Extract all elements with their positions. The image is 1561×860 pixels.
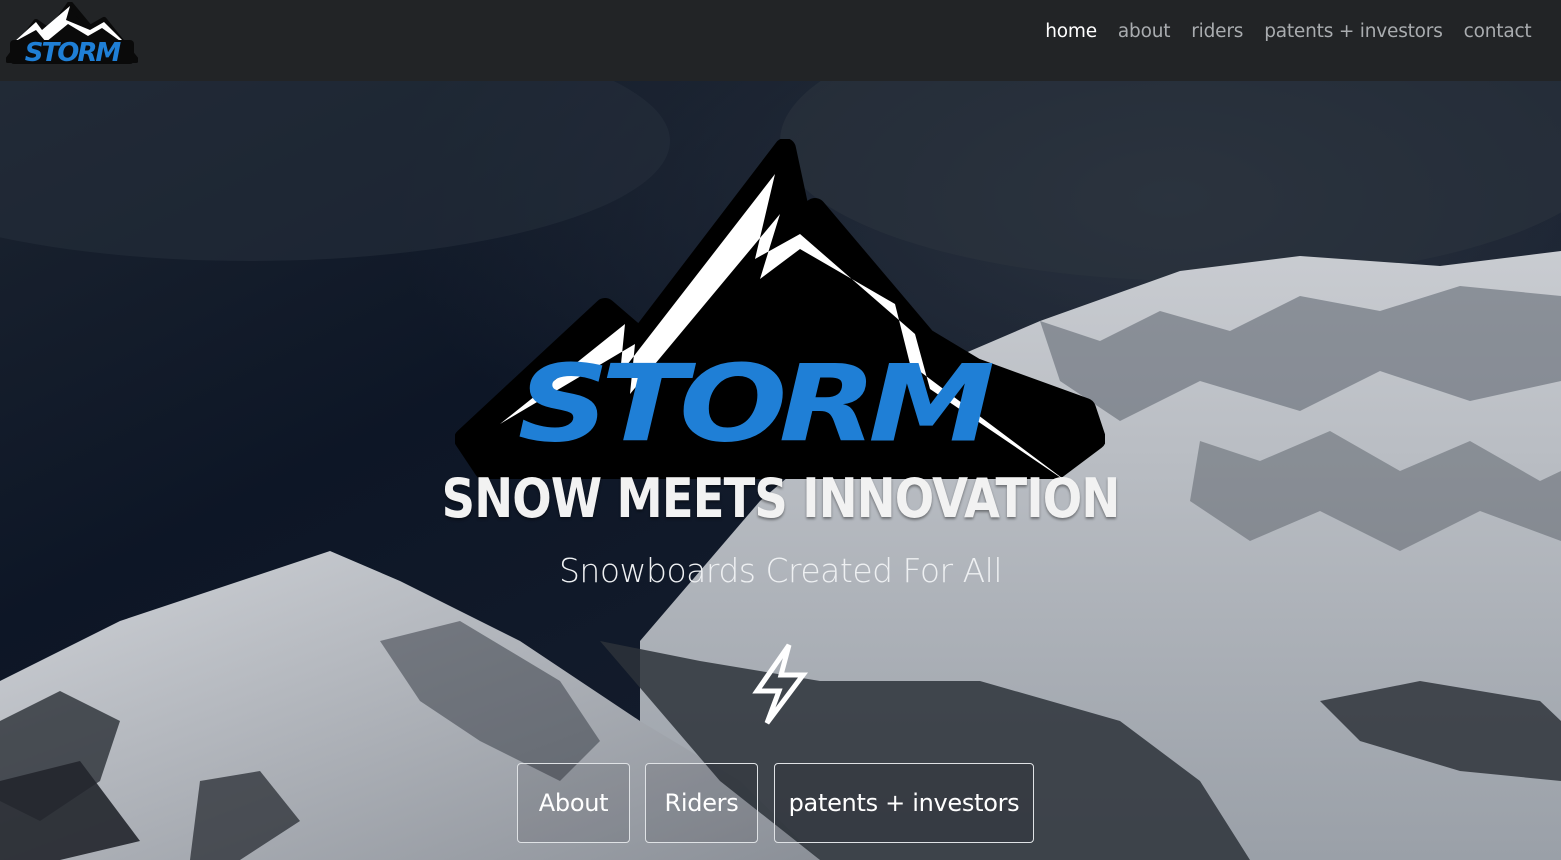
hero-subtitle: Snowboards Created For All xyxy=(558,551,1003,590)
storm-logo-small[interactable]: STORM xyxy=(6,2,138,68)
navbar: STORM home about riders patents + invest… xyxy=(0,0,1561,81)
riders-button[interactable]: Riders xyxy=(645,763,758,843)
nav-links: home about riders patents + investors co… xyxy=(1035,18,1542,46)
nav-link-about[interactable]: about xyxy=(1107,18,1180,46)
about-button[interactable]: About xyxy=(517,763,630,843)
hero-tagline: SNOW MEETS INNOVATION xyxy=(441,467,1121,530)
nav-link-contact[interactable]: contact xyxy=(1453,18,1542,46)
patents-investors-button[interactable]: patents + investors xyxy=(774,763,1034,843)
nav-link-home[interactable]: home xyxy=(1035,18,1108,46)
logo-text: STORM xyxy=(25,38,122,68)
logo-large-text: STORM xyxy=(518,342,994,466)
nav-link-patents-investors[interactable]: patents + investors xyxy=(1254,18,1453,46)
hero-section: STORM SNOW MEETS INNOVATION Snowboards C… xyxy=(0,81,1561,860)
storm-logo-large: STORM xyxy=(455,139,1105,479)
lightning-bolt-icon xyxy=(752,643,808,725)
nav-link-riders[interactable]: riders xyxy=(1181,18,1254,46)
